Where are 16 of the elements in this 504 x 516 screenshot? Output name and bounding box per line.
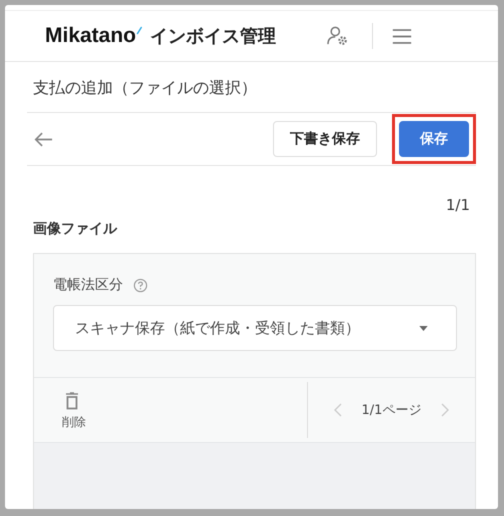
page-title: 支払の追加（ファイルの選択） <box>27 62 476 113</box>
page-indicator: 1/1ページ <box>362 402 422 419</box>
draft-save-button[interactable]: 下書き保存 <box>273 121 377 157</box>
back-arrow-icon[interactable] <box>33 130 53 148</box>
delete-button[interactable]: 削除 <box>34 382 308 438</box>
save-button[interactable]: 保存 <box>399 121 469 157</box>
app-name: インボイス管理 <box>150 25 276 48</box>
app-logo: Mikatano <box>45 24 142 48</box>
trash-icon <box>65 392 79 410</box>
category-select[interactable]: スキャナ保存（紙で作成・受領した書類） <box>53 305 457 351</box>
menu-icon[interactable] <box>391 28 414 44</box>
field-label: 電帳法区分 <box>53 276 123 294</box>
file-counter: 1/1 <box>444 195 471 214</box>
help-icon[interactable] <box>133 278 148 292</box>
caret-icon <box>419 326 428 330</box>
section-title: 画像ファイル <box>32 220 118 238</box>
